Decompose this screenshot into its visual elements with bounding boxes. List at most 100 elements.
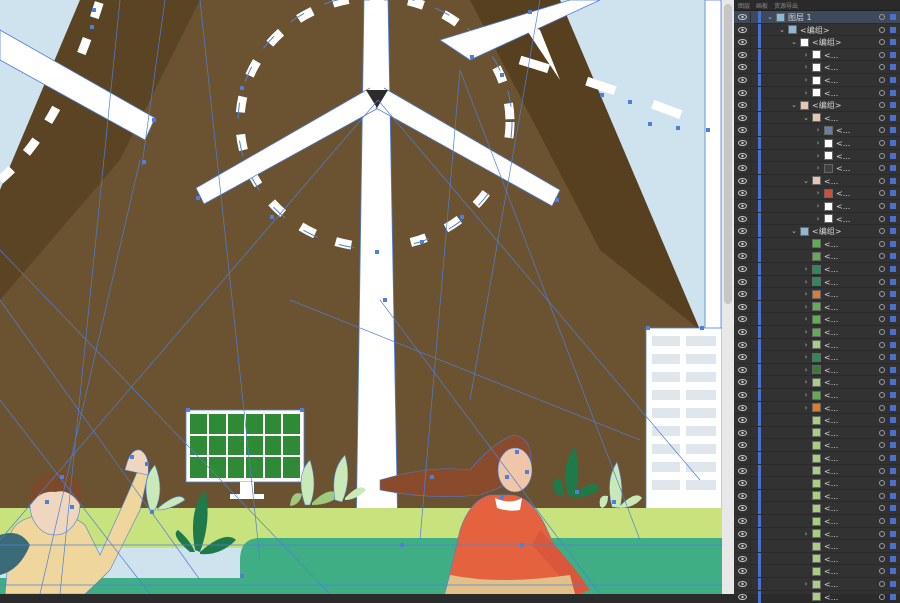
target-circle-icon[interactable] — [879, 555, 885, 562]
eye-icon[interactable] — [738, 455, 747, 461]
chevron-icon[interactable]: › — [814, 215, 822, 223]
layer-row[interactable]: › <... — [734, 74, 900, 87]
layer-row[interactable]: <... — [734, 565, 900, 578]
chevron-icon[interactable]: › — [802, 315, 810, 323]
eye-icon[interactable] — [738, 442, 747, 449]
selection-square-icon[interactable] — [890, 291, 896, 298]
target-circle-icon[interactable] — [879, 89, 885, 96]
eye-icon[interactable] — [738, 366, 747, 373]
layer-row[interactable]: › <... — [734, 401, 900, 415]
selection-square-icon[interactable] — [890, 190, 896, 197]
eye-icon[interactable] — [738, 152, 747, 159]
target-circle-icon[interactable] — [879, 354, 885, 361]
layer-row[interactable]: › <... — [734, 326, 900, 339]
selection-square-icon[interactable] — [890, 39, 896, 46]
chevron-icon[interactable]: › — [802, 404, 810, 412]
eye-icon[interactable] — [738, 555, 747, 562]
selection-square-icon[interactable] — [890, 240, 896, 247]
layer-row[interactable]: <... — [734, 540, 900, 553]
layer-row[interactable]: › <... — [734, 48, 900, 62]
selection-square-icon[interactable] — [890, 102, 896, 109]
selection-square-icon[interactable] — [890, 505, 896, 512]
selection-square-icon[interactable] — [890, 14, 896, 20]
eye-icon[interactable] — [738, 26, 747, 33]
target-circle-icon[interactable] — [879, 417, 885, 424]
layer-row[interactable]: › <... — [734, 124, 900, 137]
target-circle-icon[interactable] — [879, 492, 885, 499]
chevron-icon[interactable]: › — [802, 530, 810, 538]
chevron-icon[interactable]: › — [802, 290, 810, 298]
target-circle-icon[interactable] — [879, 51, 885, 58]
eye-icon[interactable] — [738, 127, 747, 134]
eye-icon[interactable] — [738, 429, 747, 436]
target-circle-icon[interactable] — [879, 366, 885, 373]
tab-layers[interactable]: 图层 — [738, 1, 750, 10]
selection-square-icon[interactable] — [890, 140, 896, 146]
scrollbar-thumb[interactable] — [724, 4, 732, 304]
layer-row[interactable]: <... — [734, 452, 900, 465]
layer-row[interactable]: <... — [734, 502, 900, 515]
chevron-icon[interactable]: › — [802, 378, 810, 386]
selection-square-icon[interactable] — [890, 253, 896, 260]
layer-row[interactable]: › <... — [734, 527, 900, 541]
chevron-icon[interactable]: › — [802, 328, 810, 336]
layer-row[interactable]: › <... — [734, 351, 900, 364]
selection-square-icon[interactable] — [890, 303, 896, 310]
eye-icon[interactable] — [738, 518, 747, 524]
selection-square-icon[interactable] — [890, 379, 896, 386]
layer-row[interactable]: › <... — [734, 137, 900, 150]
eye-icon[interactable] — [738, 379, 747, 386]
target-circle-icon[interactable] — [879, 127, 885, 134]
layer-row[interactable]: › <... — [734, 149, 900, 163]
chevron-icon[interactable]: ⌄ — [790, 227, 798, 235]
layer-row[interactable]: › <... — [734, 61, 900, 74]
chevron-icon[interactable]: › — [802, 76, 810, 84]
target-circle-icon[interactable] — [879, 543, 885, 550]
selection-square-icon[interactable] — [890, 152, 896, 159]
selection-square-icon[interactable] — [890, 442, 896, 449]
chevron-icon[interactable]: › — [802, 51, 810, 59]
eye-icon[interactable] — [738, 593, 747, 600]
eye-icon[interactable] — [738, 266, 747, 272]
target-circle-icon[interactable] — [879, 480, 885, 487]
chevron-icon[interactable]: › — [814, 189, 822, 197]
target-circle-icon[interactable] — [879, 379, 885, 386]
chevron-icon[interactable]: › — [802, 278, 810, 286]
target-circle-icon[interactable] — [879, 392, 885, 398]
chevron-icon[interactable]: › — [802, 341, 810, 349]
layer-row[interactable]: › <... — [734, 263, 900, 276]
eye-icon[interactable] — [738, 177, 747, 184]
target-circle-icon[interactable] — [879, 140, 885, 146]
eye-icon[interactable] — [738, 203, 747, 209]
eye-icon[interactable] — [738, 530, 747, 537]
canvas-vertical-scrollbar[interactable] — [722, 0, 734, 594]
chevron-icon[interactable]: ⌄ — [766, 13, 774, 21]
chevron-icon[interactable]: › — [802, 89, 810, 97]
eye-icon[interactable] — [738, 253, 747, 260]
chevron-icon[interactable]: › — [814, 164, 822, 172]
selection-square-icon[interactable] — [890, 203, 896, 209]
layer-row[interactable]: › <... — [734, 300, 900, 314]
chevron-icon[interactable]: › — [802, 580, 810, 588]
target-circle-icon[interactable] — [879, 152, 885, 159]
eye-icon[interactable] — [738, 341, 747, 348]
target-circle-icon[interactable] — [879, 165, 885, 172]
chevron-icon[interactable]: › — [814, 126, 822, 134]
target-circle-icon[interactable] — [879, 581, 885, 587]
target-circle-icon[interactable] — [879, 102, 885, 109]
selection-square-icon[interactable] — [890, 555, 896, 562]
layer-row[interactable]: › <... — [734, 313, 900, 326]
selection-square-icon[interactable] — [890, 467, 896, 474]
layer-row[interactable]: <... — [734, 552, 900, 566]
target-circle-icon[interactable] — [879, 39, 885, 46]
target-circle-icon[interactable] — [879, 240, 885, 247]
layer-row[interactable]: ⌄ 图层 1 — [734, 11, 900, 24]
chevron-icon[interactable]: ⌄ — [802, 114, 810, 122]
selection-square-icon[interactable] — [890, 417, 896, 424]
target-circle-icon[interactable] — [879, 341, 885, 348]
target-circle-icon[interactable] — [879, 593, 885, 600]
selection-square-icon[interactable] — [890, 64, 896, 71]
target-circle-icon[interactable] — [879, 14, 885, 20]
selection-square-icon[interactable] — [890, 593, 896, 600]
eye-icon[interactable] — [738, 228, 747, 235]
